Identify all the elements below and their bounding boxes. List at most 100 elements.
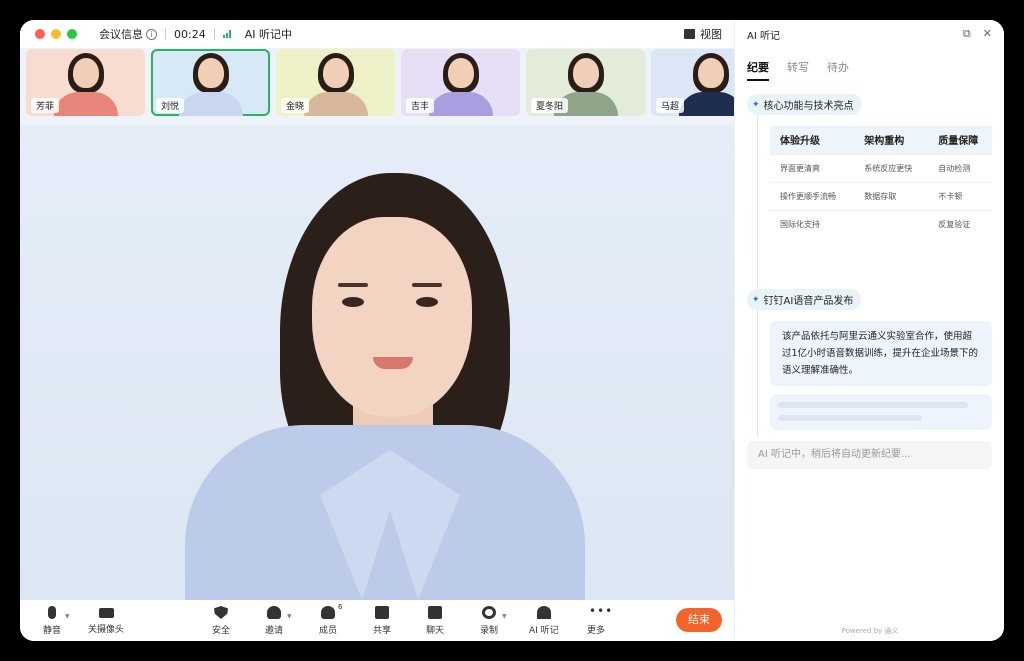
participant-tile[interactable]: 马超 [651, 49, 734, 116]
summary-paragraph: 该产品依托与阿里云通义实验室合作，使用超过1亿小时语音数据训练，提升在企业场景下… [770, 321, 992, 386]
view-button[interactable]: 视图 [684, 26, 722, 42]
sparkle-icon: ✦ [752, 99, 760, 110]
shield-icon [214, 606, 228, 619]
ai-notes-panel: AI 听记 ⧉ ✕ 纪要 转写 待办 ✦ 核心功能与技术亮点 体验升级 架构重构 质量保… [734, 20, 1004, 641]
ai-notes-label: AI 听记 [529, 626, 559, 636]
camera-off-button[interactable]: 关摄像头 [88, 606, 124, 635]
participant-name: 芳菲 [31, 98, 60, 113]
participant-tile[interactable]: 刘悦 [151, 49, 270, 116]
popout-icon[interactable]: ⧉ [963, 27, 971, 41]
meeting-window: 会议信息 i 00:24 AI 听记中 视图 芳菲刘悦金晓吉丰夏冬阳马超 ︿ [20, 20, 1004, 641]
minimize-window-button[interactable] [51, 29, 61, 39]
active-speaker-video [20, 125, 734, 600]
participant-name: 金晓 [281, 98, 310, 113]
record-icon [482, 606, 496, 619]
table-cell: 自动检测 [928, 153, 992, 182]
panel-tabs: 纪要 转写 待办 [747, 59, 849, 81]
camera-icon [98, 608, 114, 618]
table-row: 操作更顺手流畅 数据存取 不卡顿 [770, 181, 992, 210]
more-label: 更多 [587, 626, 606, 636]
meeting-toolbar: 静音 ▼ 关摄像头 安全 邀请 ▼ 成员 6 共享 聊天 录制 ▼ AI 听记 … [20, 600, 734, 641]
ai-notes-icon [536, 606, 551, 619]
table-row: 国际化支持 反复验证 [770, 209, 992, 238]
add-user-icon [267, 606, 281, 619]
table-cell [854, 209, 929, 238]
ai-recording-status: AI 听记中 [244, 28, 292, 41]
chevron-down-icon[interactable]: ▼ [65, 613, 70, 620]
share-screen-icon [375, 606, 389, 619]
loading-skeleton [770, 394, 992, 430]
topic-chip[interactable]: ✦ 钉钉AI语音产品发布 [747, 289, 862, 310]
table-cell: 界面更清爽 [770, 153, 855, 182]
participant-tile[interactable]: 夏冬阳 [526, 49, 645, 116]
topic-title: 钉钉AI语音产品发布 [763, 296, 854, 307]
mute-label: 静音 [43, 626, 62, 636]
table-header-row: 体验升级 架构重构 质量保障 [770, 126, 992, 154]
tab-2[interactable]: 待办 [827, 59, 849, 81]
chat-button[interactable]: 聊天 [426, 606, 444, 636]
record-label: 录制 [480, 626, 499, 636]
table-header: 质量保障 [928, 126, 992, 154]
topic-chip[interactable]: ✦ 核心功能与技术亮点 [747, 94, 862, 115]
table-cell: 反复验证 [928, 209, 992, 238]
members-icon [321, 606, 335, 619]
meeting-info-label: 会议信息 [99, 28, 143, 41]
participant-tile[interactable]: 金晓 [276, 49, 395, 116]
divider [213, 28, 215, 40]
table-cell: 操作更顺手流畅 [770, 181, 855, 210]
panel-title: AI 听记 [747, 31, 780, 42]
participant-tile[interactable]: 吉丰 [401, 49, 520, 116]
mute-button[interactable]: 静音 ▼ [43, 606, 70, 636]
participant-name: 吉丰 [406, 98, 435, 113]
topic-title: 核心功能与技术亮点 [763, 101, 854, 112]
record-button[interactable]: 录制 ▼ [480, 606, 507, 636]
security-label: 安全 [212, 626, 231, 636]
tab-1[interactable]: 转写 [787, 59, 809, 81]
members-count-badge: 6 [338, 603, 343, 611]
sparkle-icon: ✦ [752, 294, 760, 305]
close-window-button[interactable] [35, 29, 45, 39]
ai-status-bar: AI 听记中，稍后将自动更新纪要... [747, 441, 992, 469]
window-controls [29, 29, 77, 39]
invite-button[interactable]: 邀请 ▼ [265, 606, 292, 636]
more-button[interactable]: ••• 更多 [587, 604, 614, 636]
chevron-down-icon[interactable]: ▼ [502, 613, 507, 620]
view-label: 视图 [700, 28, 722, 41]
members-button[interactable]: 成员 6 [319, 603, 342, 636]
title-bar: 会议信息 i 00:24 AI 听记中 视图 [20, 20, 734, 48]
participant-tile[interactable]: 芳菲 [26, 49, 145, 116]
chat-label: 聊天 [426, 626, 445, 636]
participant-name: 刘悦 [156, 98, 185, 113]
share-label: 共享 [373, 626, 392, 636]
share-button[interactable]: 共享 [373, 606, 391, 636]
table-cell: 国际化支持 [770, 209, 855, 238]
microphone-icon [48, 606, 56, 619]
signal-strength-icon [222, 30, 231, 38]
close-icon[interactable]: ✕ [983, 27, 992, 41]
participant-name: 马超 [656, 98, 685, 113]
meeting-area: 会议信息 i 00:24 AI 听记中 视图 芳菲刘悦金晓吉丰夏冬阳马超 ︿ [20, 20, 734, 641]
participant-name: 夏冬阳 [531, 98, 569, 113]
meeting-timer: 00:24 [174, 27, 206, 41]
timeline-line [757, 108, 758, 438]
chevron-down-icon[interactable]: ▼ [287, 613, 292, 620]
grid-view-icon [684, 29, 695, 39]
powered-by-label: Powered by 通义 [841, 627, 899, 635]
tab-0[interactable]: 纪要 [747, 59, 769, 81]
more-icon: ••• [589, 604, 614, 618]
maximize-window-button[interactable] [67, 29, 77, 39]
security-button[interactable]: 安全 [212, 606, 230, 636]
ai-notes-button[interactable]: AI 听记 [529, 606, 559, 636]
table-row: 界面更清爽 系统反应更快 自动检测 [770, 153, 992, 182]
end-meeting-button[interactable]: 结束 [676, 608, 722, 632]
members-label: 成员 [319, 626, 338, 636]
camera-off-label: 关摄像头 [88, 625, 125, 635]
meeting-info-button[interactable]: 会议信息 i [99, 26, 157, 42]
panel-controls: ⧉ ✕ [963, 27, 992, 41]
table-cell: 系统反应更快 [854, 153, 929, 182]
table-cell: 数据存取 [854, 181, 929, 210]
divider [165, 28, 166, 40]
table-header: 架构重构 [854, 126, 929, 154]
invite-label: 邀请 [265, 626, 284, 636]
info-icon: i [146, 28, 157, 40]
